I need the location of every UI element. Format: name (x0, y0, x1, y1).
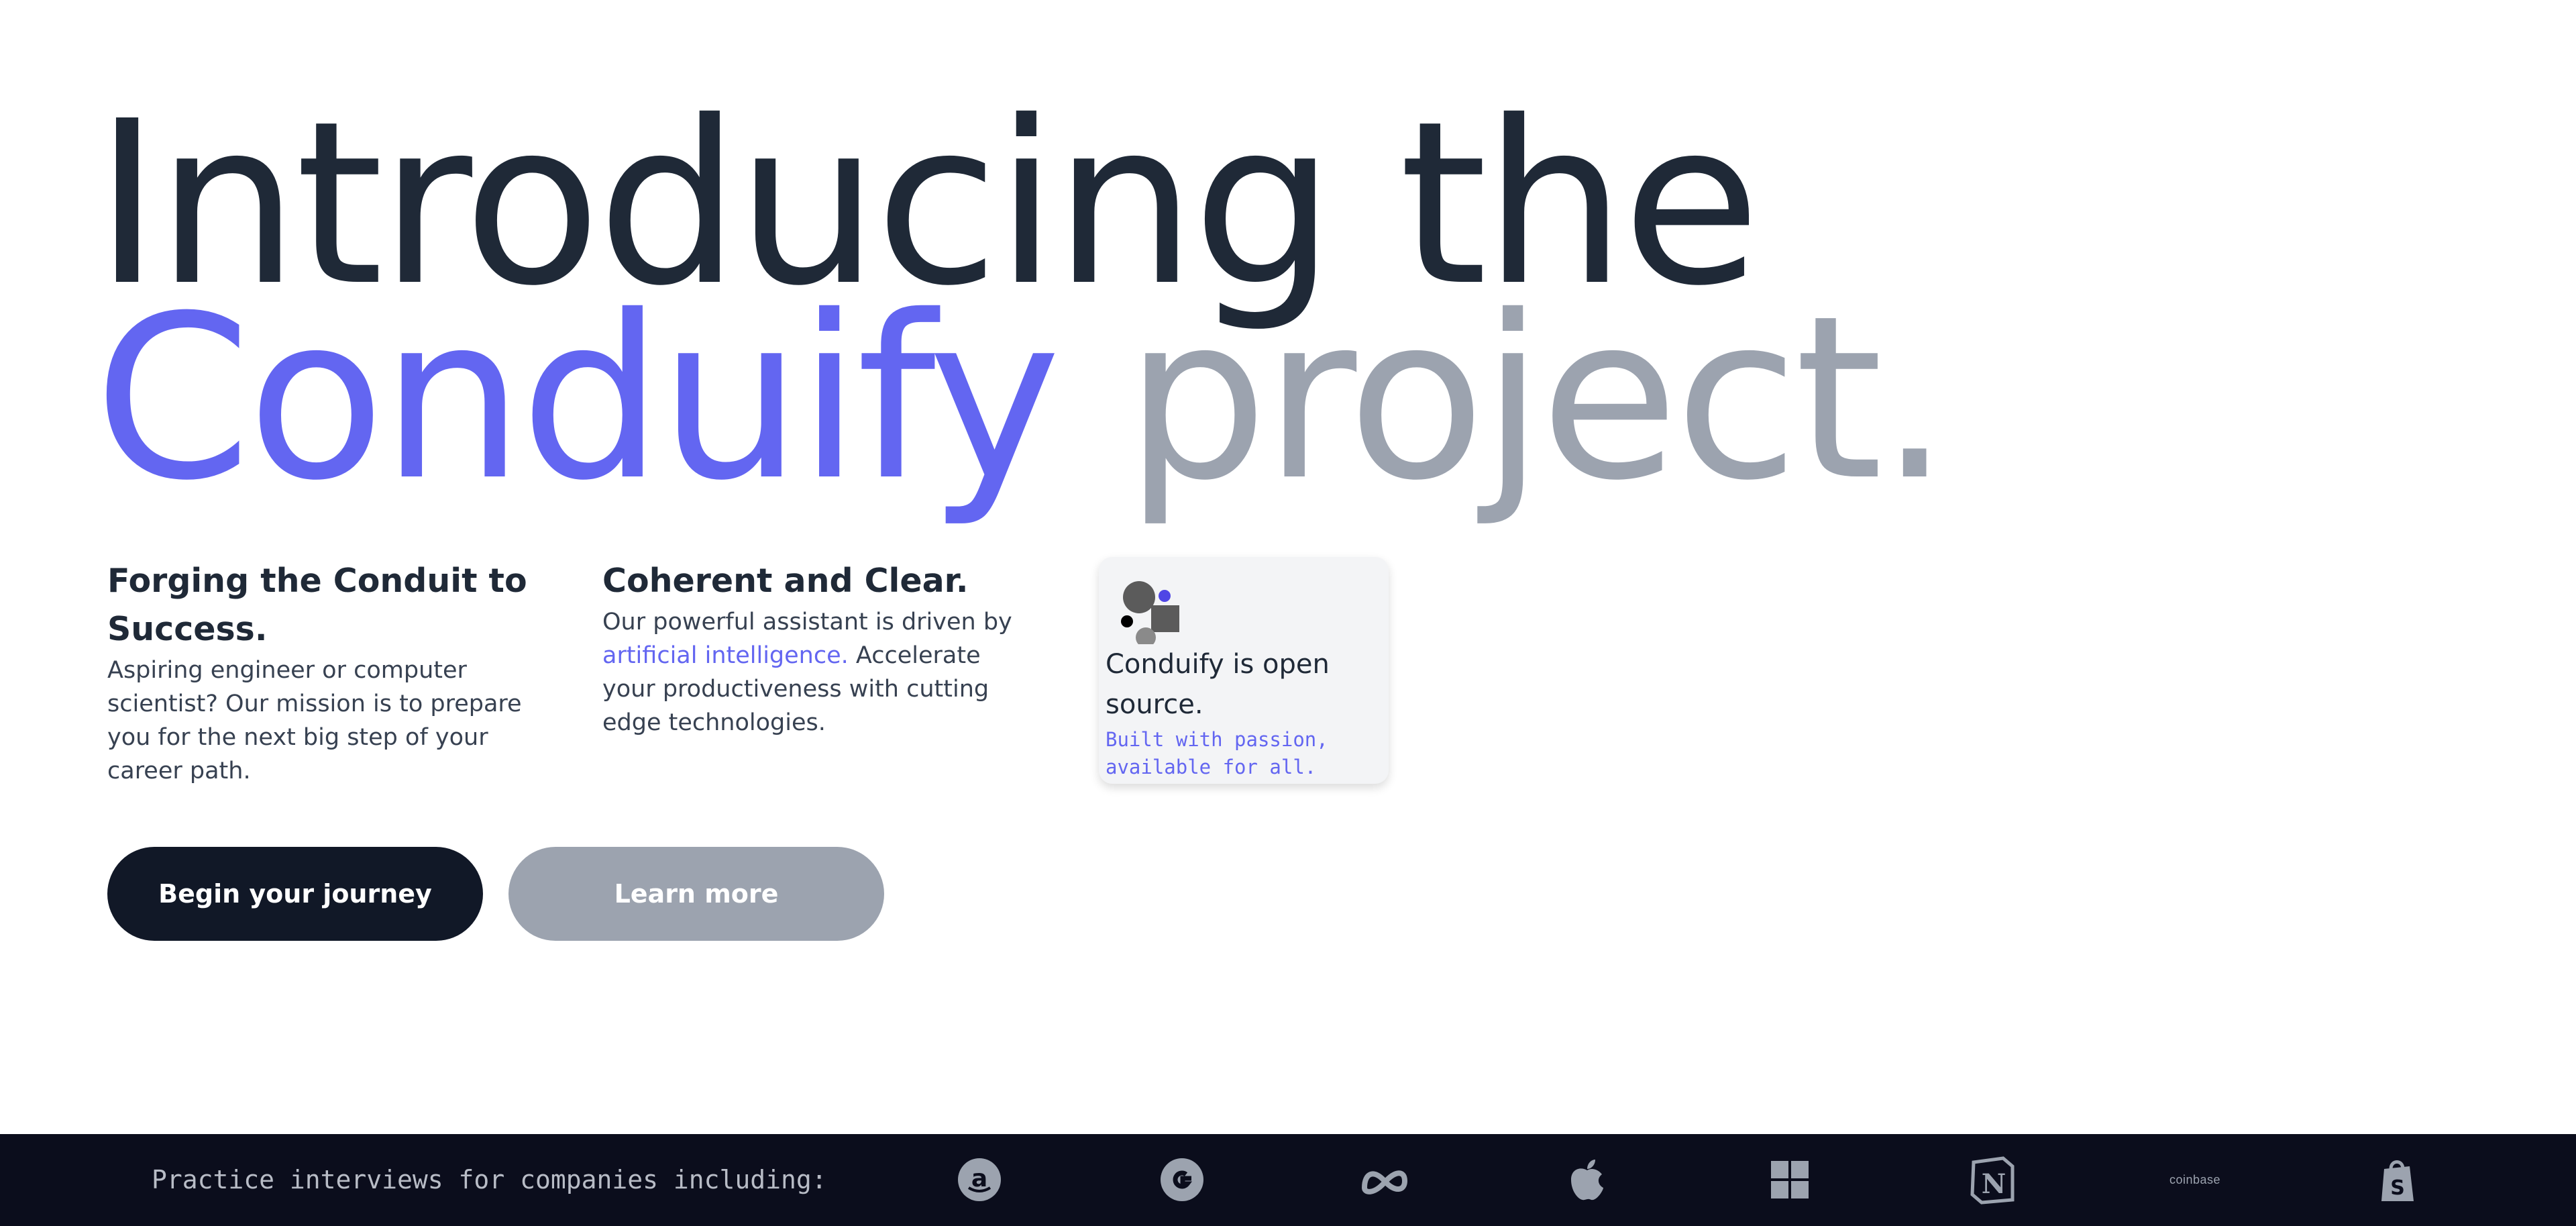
meta-icon (1358, 1153, 1411, 1207)
conduify-logo-icon (1121, 581, 1179, 644)
amazon-icon: a (953, 1153, 1006, 1207)
open-source-title: Conduify is open source. (1106, 649, 1330, 720)
feature-title: Coherent and Clear. (602, 562, 969, 600)
feature-body: Aspiring engineer or computer scientist?… (107, 657, 522, 784)
feature-forging: Forging the Conduit to Success. Aspiring… (107, 557, 564, 788)
feature-title: Forging the Conduit to Success. (107, 562, 527, 648)
google-icon (1155, 1153, 1209, 1207)
begin-journey-button[interactable]: Begin your journey (107, 847, 483, 941)
microsoft-icon (1763, 1153, 1817, 1207)
coinbase-icon: coinbase (2168, 1153, 2222, 1207)
shopify-icon: S (2371, 1153, 2424, 1207)
feature-coherent: Coherent and Clear. Our powerful assista… (602, 557, 1032, 739)
svg-text:a: a (971, 1165, 987, 1192)
learn-more-button[interactable]: Learn more (508, 847, 884, 941)
feature-body-start: Our powerful assistant is driven by (602, 609, 1012, 635)
hero-line-2: Conduify project. (94, 287, 1951, 512)
open-source-card[interactable]: Conduify is open source. Built with pass… (1099, 557, 1389, 784)
footer-caption: Practice interviews for companies includ… (152, 1165, 827, 1194)
svg-text:S: S (2390, 1176, 2405, 1200)
ai-link[interactable]: artificial intelligence. (602, 642, 849, 669)
features-section: Forging the Conduit to Success. Aspiring… (107, 557, 1449, 799)
hero-heading: Introducing the Conduify project. (94, 92, 1951, 512)
companies-footer: Practice interviews for companies includ… (0, 1134, 2576, 1226)
svg-text:N: N (1982, 1168, 2006, 1200)
brand-name: Conduify (94, 268, 1061, 530)
coinbase-wordmark: coinbase (2169, 1172, 2221, 1186)
notion-icon: N (1966, 1153, 2019, 1207)
feature-body: Our powerful assistant is driven by arti… (602, 605, 1032, 739)
hero-tail: project. (1124, 268, 1951, 530)
open-source-subtitle: Built with passion, available for all. (1106, 728, 1328, 778)
apple-icon (1560, 1153, 1614, 1207)
